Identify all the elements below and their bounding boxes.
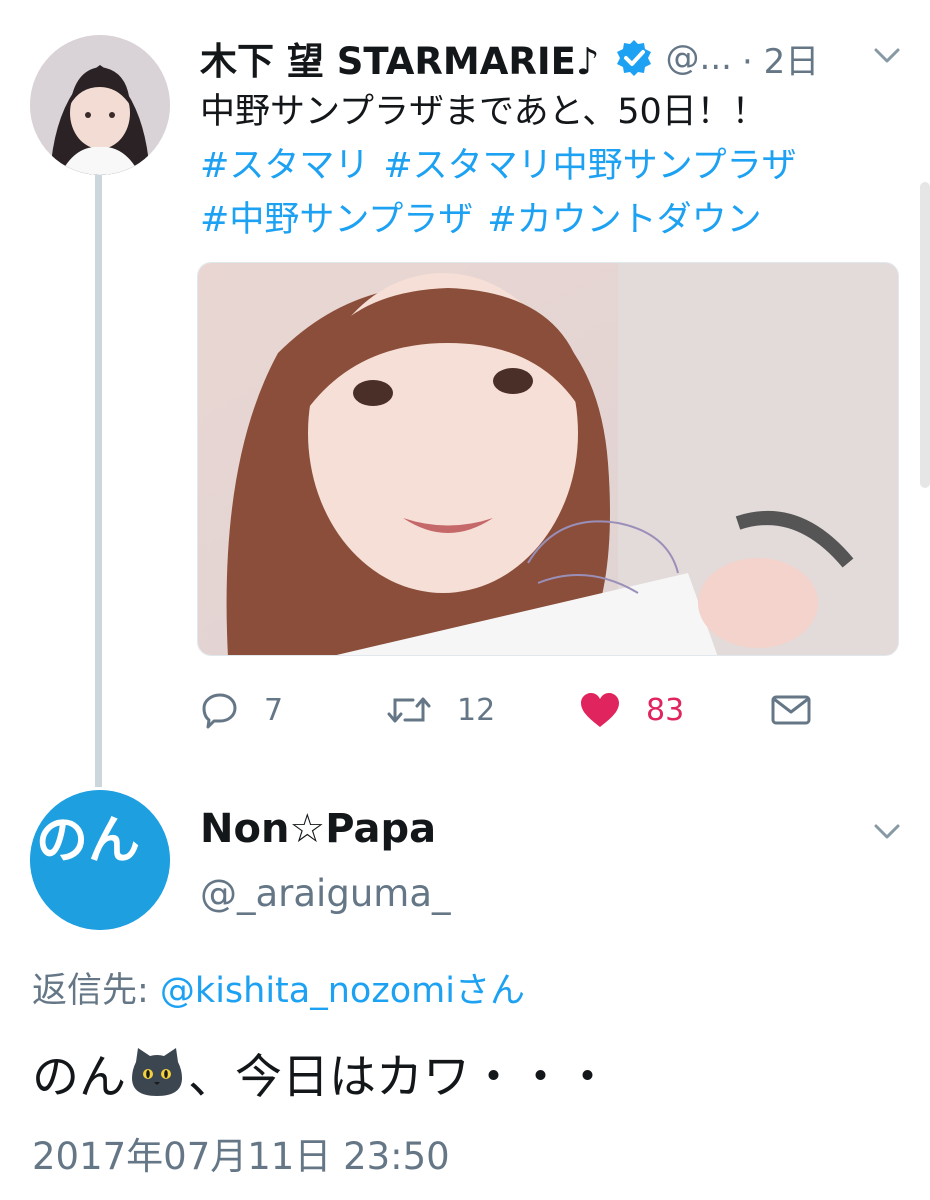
retweet-icon xyxy=(387,697,431,723)
hashtag-link[interactable]: #スタマリ xyxy=(200,146,369,186)
scrollbar[interactable] xyxy=(920,182,930,488)
hashtag-link[interactable]: #カウントダウン xyxy=(487,200,761,240)
reply-bubble-icon xyxy=(202,693,237,729)
tweet-time[interactable]: · 2日 xyxy=(742,34,819,83)
author-avatar-photo xyxy=(30,35,170,175)
hashtag-link[interactable]: #スタマリ中野サンプラザ xyxy=(383,146,796,186)
replying-to-label: 返信先: xyxy=(32,971,160,1011)
retweet-button[interactable]: 12 xyxy=(385,682,495,738)
thread-connector-line xyxy=(95,172,102,787)
replying-to: 返信先: @kishita_nozomiさん xyxy=(32,962,525,1013)
hashtag-line-1: #スタマリ #スタマリ中野サンプラザ xyxy=(200,139,900,193)
direct-message-button[interactable] xyxy=(770,682,812,738)
tweet-actions: 7 12 83 xyxy=(200,682,840,738)
replying-to-suffix: さん xyxy=(454,971,525,1011)
reply-author-name[interactable]: Non☆Papa xyxy=(200,806,436,852)
reply-text: のん 、今日はカワ・・・ xyxy=(32,1038,611,1107)
reply-text-start: のん xyxy=(32,1050,126,1105)
reply-author-handle[interactable]: @_araiguma_ xyxy=(200,872,451,915)
reply-timestamp: 2017年07月11日 23:50 xyxy=(32,1135,450,1178)
reply-text-end: 、今日はカワ・・・ xyxy=(188,1050,611,1105)
chevron-down-icon[interactable] xyxy=(872,46,902,66)
tweet-header: 木下 望 STARMARIE♪ @... · 2日 xyxy=(200,28,900,88)
retweet-count: 12 xyxy=(457,692,496,728)
hashtag-line-2: #中野サンプラザ #カウントダウン xyxy=(200,193,900,247)
like-button[interactable]: 83 xyxy=(578,682,684,738)
author-name[interactable]: 木下 望 STARMARIE♪ xyxy=(200,31,600,85)
reply-avatar-logo: のん xyxy=(30,790,170,930)
like-count: 83 xyxy=(646,692,685,728)
chevron-down-icon[interactable] xyxy=(872,822,902,842)
replying-to-handle-link[interactable]: @kishita_nozomiさん xyxy=(160,971,525,1011)
envelope-icon xyxy=(771,695,811,725)
author-handle[interactable]: @... xyxy=(666,38,732,78)
reply-button[interactable]: 7 xyxy=(200,682,283,738)
selfie-photo xyxy=(198,263,898,655)
reply-author-avatar[interactable]: のん xyxy=(30,790,170,930)
tweet-photo[interactable] xyxy=(197,262,899,656)
author-avatar[interactable] xyxy=(30,35,170,175)
hashtag-link[interactable]: #中野サンプラザ xyxy=(200,200,473,240)
black-cat-face-emoji xyxy=(128,1044,186,1102)
heart-icon xyxy=(581,693,619,727)
avatar-text: のん xyxy=(36,811,140,871)
tweet-text: 中野サンプラザまであと、50日！！ #スタマリ #スタマリ中野サンプラザ #中野サ… xyxy=(200,85,900,247)
verified-badge-icon xyxy=(614,38,654,78)
reply-count: 7 xyxy=(264,692,284,728)
replying-to-handle: @kishita_nozomi xyxy=(159,971,455,1011)
tweet-body: 中野サンプラザまであと、50日！！ xyxy=(200,92,767,132)
